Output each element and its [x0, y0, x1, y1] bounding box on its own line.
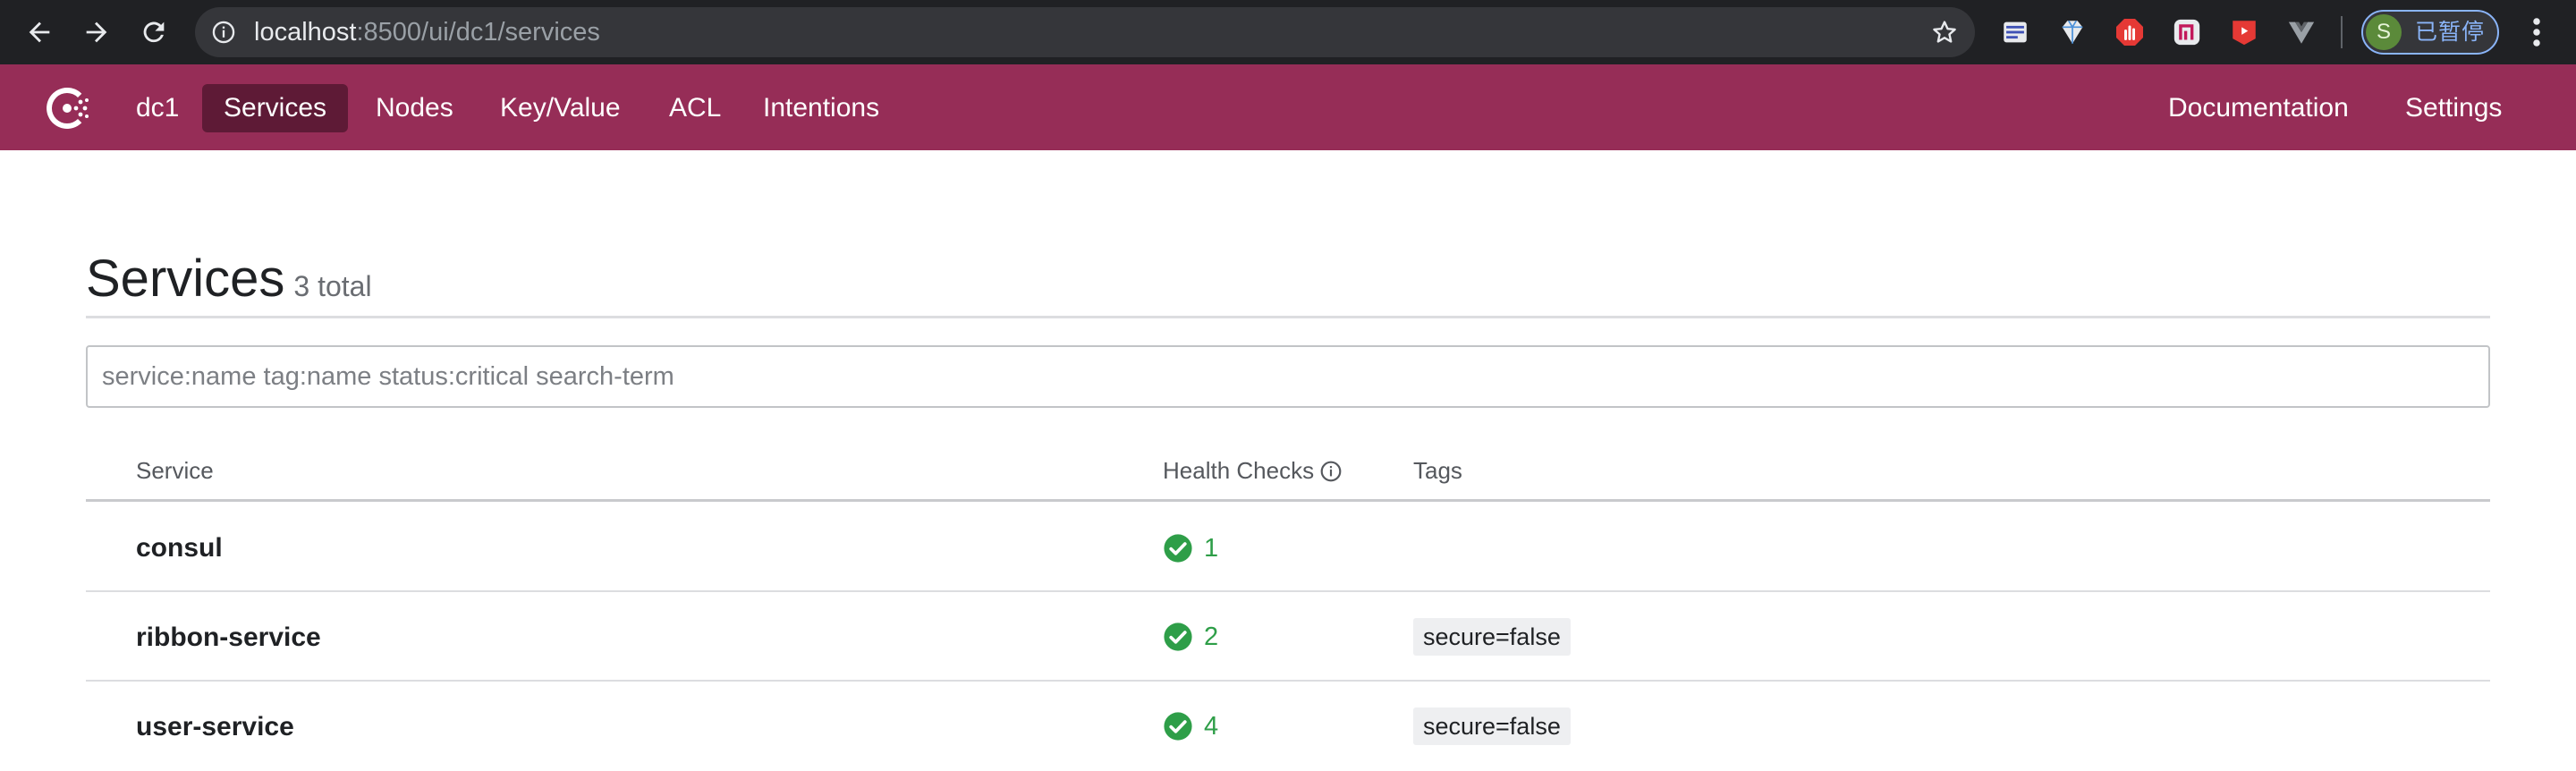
service-name[interactable]: ribbon-service [136, 620, 321, 656]
page-title: Services 3 total [86, 249, 372, 308]
service-name[interactable]: user-service [136, 709, 294, 745]
health-checks-cell: 2 [1163, 619, 1218, 655]
nav-settings[interactable]: Settings [2384, 84, 2523, 132]
nav-nodes[interactable]: Nodes [354, 84, 475, 132]
app-header: dc1 Services Nodes Key/Value ACL Intenti… [0, 64, 2576, 150]
more-menu-icon[interactable] [2526, 16, 2547, 48]
search-input[interactable] [86, 345, 2490, 408]
nav-key-value[interactable]: Key/Value [479, 84, 642, 132]
profile-status: 已暂停 [2415, 20, 2486, 45]
back-button[interactable] [20, 13, 59, 52]
address-bar[interactable]: localhost:8500/ui/dc1/services [195, 7, 1975, 57]
address-url: localhost:8500/ui/dc1/services [254, 7, 600, 57]
info-circle-icon[interactable] [1319, 460, 1343, 483]
url-path: :8500/ui/dc1/services [356, 18, 600, 47]
forward-button[interactable] [77, 13, 116, 52]
health-checks-cell: 4 [1163, 708, 1218, 744]
row-divider [86, 680, 2490, 682]
services-count: 3 total [293, 270, 372, 302]
health-checks-count: 4 [1204, 712, 1219, 741]
health-checks-count: 2 [1204, 623, 1219, 651]
title-divider [86, 316, 2490, 318]
nav-acl[interactable]: ACL [648, 84, 742, 132]
page-title-text: Services [86, 250, 285, 308]
column-header-health-checks-label: Health Checks [1163, 457, 1315, 484]
column-header-service[interactable]: Service [136, 454, 214, 487]
bookmark-star-icon[interactable] [1930, 18, 1959, 47]
arrow-left-icon [29, 21, 50, 43]
check-circle-icon [1164, 712, 1192, 741]
service-name[interactable]: consul [136, 530, 223, 566]
extension-n-icon[interactable] [2169, 14, 2205, 50]
nav-documentation[interactable]: Documentation [2147, 84, 2370, 132]
extension-gem-icon[interactable] [2055, 14, 2090, 50]
extension-play-icon[interactable] [2226, 14, 2262, 50]
health-checks-cell: 1 [1163, 530, 1218, 566]
profile-button[interactable]: S 已暂停 [2361, 10, 2499, 55]
service-tag: secure=false [1413, 618, 1571, 656]
extension-vue-icon[interactable] [2284, 14, 2319, 50]
extension-reader-icon[interactable] [1997, 14, 2033, 50]
health-checks-count: 1 [1204, 534, 1219, 563]
nav-services[interactable]: Services [202, 84, 349, 132]
reload-icon [143, 21, 165, 43]
column-header-health-checks: Health Checks [1163, 454, 1343, 487]
nav-intentions[interactable]: Intentions [741, 84, 901, 132]
table-header-divider [86, 499, 2490, 502]
check-circle-icon [1164, 623, 1192, 651]
consul-logo-icon[interactable] [41, 82, 93, 134]
toolbar-separator [2341, 16, 2343, 48]
row-divider [86, 590, 2490, 592]
extension-adblock-icon[interactable] [2112, 14, 2148, 50]
reload-button[interactable] [134, 13, 174, 52]
datacenter-selector[interactable]: dc1 [114, 84, 200, 132]
url-host: localhost [254, 18, 357, 47]
service-tag: secure=false [1413, 707, 1571, 745]
check-circle-icon [1164, 534, 1192, 563]
browser-toolbar: localhost:8500/ui/dc1/services S 已暂停 [0, 0, 2576, 64]
arrow-right-icon [86, 21, 107, 43]
column-header-tags: Tags [1413, 457, 1462, 484]
avatar: S [2366, 14, 2402, 50]
info-icon[interactable] [211, 20, 236, 45]
